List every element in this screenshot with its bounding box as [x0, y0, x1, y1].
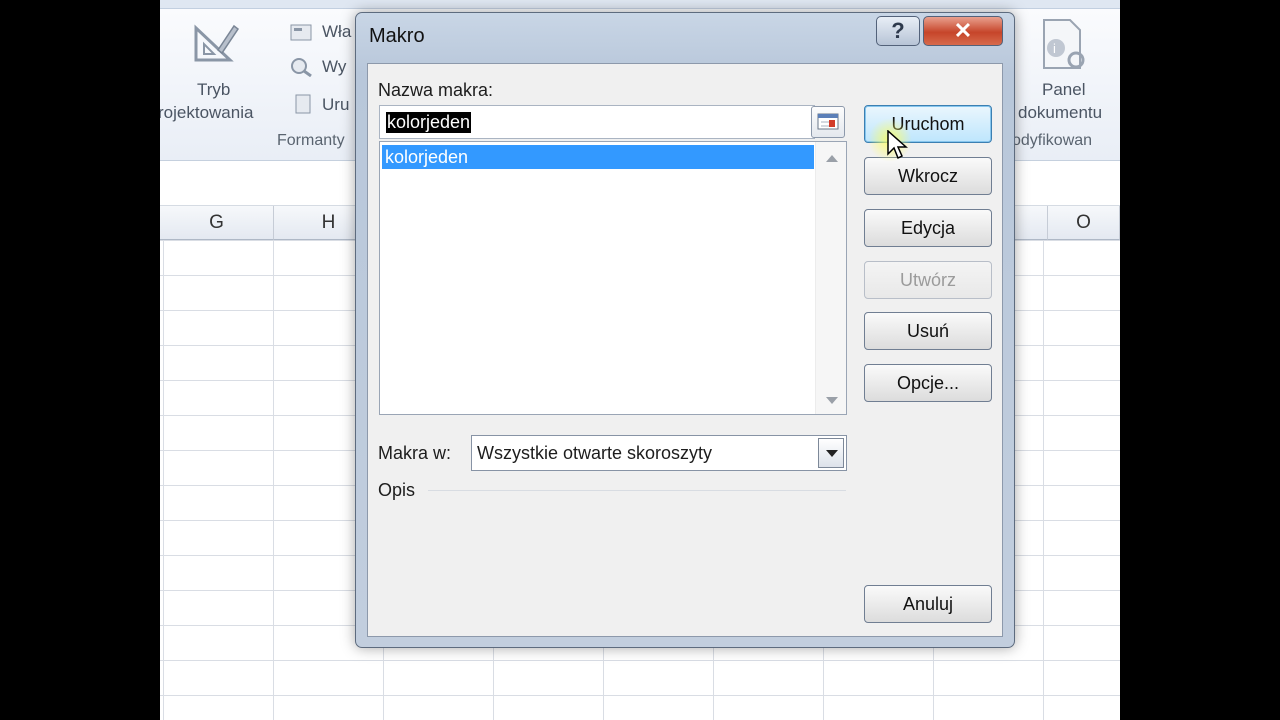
- macro-name-label: Nazwa makra:: [378, 80, 494, 100]
- close-button[interactable]: ✕: [923, 16, 1003, 46]
- macro-name-input[interactable]: kolorjeden: [379, 105, 815, 139]
- ribbon-tab-strip: [160, 0, 1120, 9]
- letterbox-left: [0, 0, 160, 720]
- letterbox-right: [1120, 0, 1280, 720]
- column-header-o[interactable]: O: [1048, 206, 1120, 240]
- dialog-title: Makro: [369, 25, 425, 47]
- document-panel-label-1: Panel: [1042, 80, 1086, 99]
- document-panel-label-2: dokumentu: [1018, 103, 1103, 122]
- macros-in-select[interactable]: Wszystkie otwarte skoroszyty: [471, 435, 847, 471]
- dropdown-arrow-icon[interactable]: [818, 438, 844, 468]
- macro-name-value: kolorjeden: [386, 112, 472, 133]
- view-code-icon[interactable]: [290, 57, 314, 82]
- delete-button[interactable]: Usuń: [864, 312, 992, 350]
- document-panel-icon[interactable]: i: [1040, 18, 1090, 77]
- macro-dialog: Makro ? ✕ Nazwa makra: kolorjeden kolorj…: [355, 12, 1015, 648]
- macros-in-label: Makra w:: [378, 443, 452, 463]
- mouse-cursor-icon: [887, 129, 909, 165]
- scroll-down-icon[interactable]: [826, 397, 838, 404]
- properties-icon[interactable]: [290, 22, 314, 47]
- group-label-controls: Formanty: [277, 132, 345, 149]
- properties-label[interactable]: Wła: [322, 22, 351, 42]
- group-label-modify: odyfikowan: [1012, 132, 1093, 149]
- help-button[interactable]: ?: [876, 16, 920, 46]
- column-header-g[interactable]: G: [160, 206, 274, 240]
- collapse-dialog-button[interactable]: [811, 106, 845, 138]
- options-button[interactable]: Opcje...: [864, 364, 992, 402]
- scroll-up-icon[interactable]: [826, 155, 838, 162]
- collapse-dialog-icon: [817, 113, 839, 130]
- run-dialog-icon[interactable]: [294, 93, 314, 120]
- description-label: Opis: [378, 480, 416, 500]
- design-mode-label-2: rojektowania: [160, 103, 254, 122]
- run-dialog-label[interactable]: Uru: [322, 95, 349, 115]
- macros-in-value: Wszystkie otwarte skoroszyty: [477, 443, 713, 463]
- design-mode-icon[interactable]: [190, 20, 240, 71]
- view-code-label[interactable]: Wy: [322, 57, 346, 77]
- cancel-button[interactable]: Anuluj: [864, 585, 992, 623]
- macro-list[interactable]: kolorjeden: [379, 141, 847, 415]
- design-mode-label-1: Tryb: [197, 80, 231, 99]
- svg-text:i: i: [1053, 41, 1056, 56]
- description-separator: [428, 490, 846, 491]
- list-item[interactable]: kolorjeden: [382, 145, 814, 169]
- create-button[interactable]: Utwórz: [864, 261, 992, 299]
- edit-button[interactable]: Edycja: [864, 209, 992, 247]
- step-into-button[interactable]: Wkrocz: [864, 157, 992, 195]
- macro-list-scrollbar[interactable]: [815, 142, 846, 414]
